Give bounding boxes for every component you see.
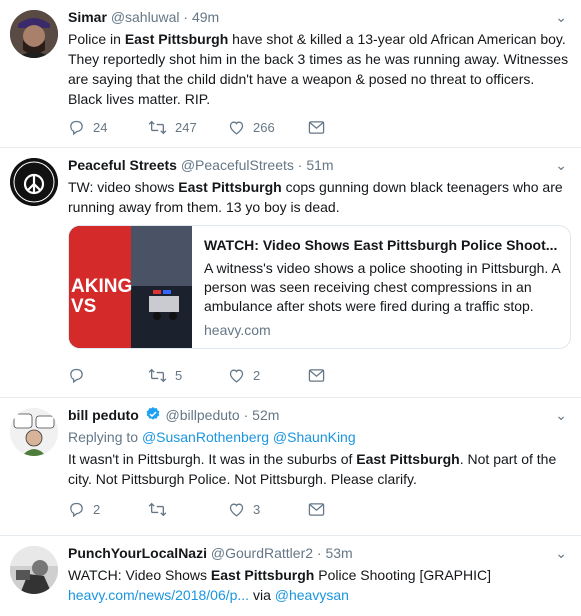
like-count: 2 [253, 367, 261, 383]
retweet-button[interactable] [148, 501, 228, 518]
display-name[interactable]: Peaceful Streets [68, 157, 177, 173]
user-handle[interactable]: @billpeduto [166, 407, 240, 423]
retweet-button[interactable]: 5 [148, 367, 228, 384]
tweet-header: bill peduto @billpeduto · 52m [68, 406, 571, 425]
card-image-label: VS [71, 296, 96, 317]
reply-button[interactable] [68, 367, 148, 384]
reply-count: 2 [93, 501, 101, 517]
chevron-down-icon[interactable]: ⌄ [555, 8, 567, 27]
bold-text: East Pittsburgh [210, 567, 315, 583]
tweet-text-segment: Police Shooting [GRAPHIC] [314, 567, 492, 583]
retweet-count: 247 [175, 119, 197, 135]
card-image-label: AKING [71, 276, 132, 297]
tweet-text-segment: WATCH: Video Shows [68, 567, 211, 583]
tweet-actions: 2 3 [68, 491, 571, 527]
user-handle[interactable]: @PeacefulStreets [181, 157, 294, 173]
separator-dot: · [316, 545, 322, 561]
like-button[interactable]: 3 [228, 501, 308, 518]
tweet[interactable]: PunchYourLocalNazi @GourdRattler2 · 53m … [0, 536, 581, 616]
tweet-text: Police in East Pittsburgh have shot & ki… [68, 29, 571, 109]
reply-count: 24 [93, 119, 108, 135]
timestamp[interactable]: 51m [306, 157, 333, 173]
reply-icon [68, 367, 85, 384]
reply-icon [68, 119, 85, 136]
heart-icon [228, 501, 245, 518]
heart-icon [228, 119, 245, 136]
tweet[interactable]: bill peduto @billpeduto · 52m ⌄ Replying… [0, 398, 581, 536]
retweet-icon [148, 119, 167, 136]
tweet-text: TW: video shows East Pittsburgh cops gun… [68, 177, 571, 217]
chevron-down-icon[interactable]: ⌄ [555, 406, 567, 425]
like-button[interactable]: 266 [228, 119, 308, 136]
mention-link[interactable]: @heavysan [275, 587, 349, 603]
tweet-header: Peaceful Streets @PeacefulStreets · 51m [68, 156, 571, 175]
display-name[interactable]: bill peduto [68, 407, 139, 423]
reply-button[interactable]: 24 [68, 119, 148, 136]
mention-link[interactable]: @SusanRothenberg [142, 429, 269, 445]
envelope-icon [308, 120, 325, 135]
tweet-actions: 24 247 266 [68, 109, 571, 145]
avatar[interactable] [10, 10, 58, 58]
display-name[interactable]: PunchYourLocalNazi [68, 545, 207, 561]
tweet-actions: 5 2 [68, 357, 571, 393]
display-name[interactable]: Simar [68, 9, 107, 25]
tweet-header: PunchYourLocalNazi @GourdRattler2 · 53m [68, 544, 571, 563]
retweet-icon [148, 367, 167, 384]
timestamp[interactable]: 53m [325, 545, 352, 561]
timestamp[interactable]: 52m [252, 407, 279, 423]
like-count: 266 [253, 119, 275, 135]
link-card[interactable]: AKING VS WATCH: Video Shows East Pittsbu… [68, 225, 571, 349]
retweet-button[interactable]: 247 [148, 119, 228, 136]
card-title: WATCH: Video Shows East Pittsburgh Polic… [204, 237, 558, 253]
card-description: A witness's video shows a police shootin… [204, 260, 560, 314]
user-handle[interactable]: @GourdRattler2 [211, 545, 313, 561]
like-count: 3 [253, 501, 261, 517]
avatar[interactable] [10, 408, 58, 456]
timestamp[interactable]: 49m [192, 9, 219, 25]
reply-button[interactable]: 2 [68, 501, 148, 518]
tweet[interactable]: Simar @sahluwal · 49m ⌄ Police in East P… [0, 0, 581, 148]
chevron-down-icon[interactable]: ⌄ [555, 544, 567, 563]
verified-badge-icon [145, 406, 161, 427]
card-image: AKING VS [69, 226, 192, 348]
direct-message-button[interactable] [308, 120, 388, 135]
retweet-icon [148, 501, 167, 518]
reply-icon [68, 501, 85, 518]
card-domain: heavy.com [204, 322, 271, 338]
mention-link[interactable]: @ShaunKing [273, 429, 356, 445]
envelope-icon [308, 368, 325, 383]
article-link[interactable]: heavy.com/news/2018/06/p... [68, 587, 249, 603]
bold-text: East Pittsburgh [356, 451, 460, 467]
link-line: heavy.com/news/2018/06/p... via @heavysa… [68, 585, 571, 605]
envelope-icon [308, 502, 325, 517]
avatar[interactable] [10, 158, 58, 206]
tweet[interactable]: Peaceful Streets @PeacefulStreets · 51m … [0, 148, 581, 398]
tweet-text-segment: TW: video shows [68, 179, 179, 195]
via-text: via [249, 587, 275, 603]
direct-message-button[interactable] [308, 368, 388, 383]
direct-message-button[interactable] [308, 502, 388, 517]
timeline-feed: Simar @sahluwal · 49m ⌄ Police in East P… [0, 0, 581, 616]
tweet-text-segment: Police in [68, 31, 125, 47]
tweet-text-segment: It wasn't in Pittsburgh. It was in the s… [68, 451, 357, 467]
bold-text: East Pittsburgh [124, 31, 229, 47]
replying-to-label: Replying to [68, 429, 139, 445]
like-button[interactable]: 2 [228, 367, 308, 384]
separator-dot: · [243, 407, 249, 423]
tweet-text: It wasn't in Pittsburgh. It was in the s… [68, 449, 571, 489]
separator-dot: · [183, 9, 189, 25]
chevron-down-icon[interactable]: ⌄ [555, 156, 567, 175]
card-body: WATCH: Video Shows East Pittsburgh Polic… [192, 226, 570, 348]
tweet-header: Simar @sahluwal · 49m [68, 8, 571, 27]
retweet-count: 5 [175, 367, 183, 383]
tweet-text: WATCH: Video Shows East Pittsburgh Polic… [68, 565, 571, 585]
user-handle[interactable]: @sahluwal [111, 9, 180, 25]
heart-icon [228, 367, 245, 384]
separator-dot: · [297, 157, 303, 173]
avatar[interactable] [10, 546, 58, 594]
replying-to: Replying to @SusanRothenberg @ShaunKing [68, 427, 571, 447]
bold-text: East Pittsburgh [178, 179, 282, 195]
